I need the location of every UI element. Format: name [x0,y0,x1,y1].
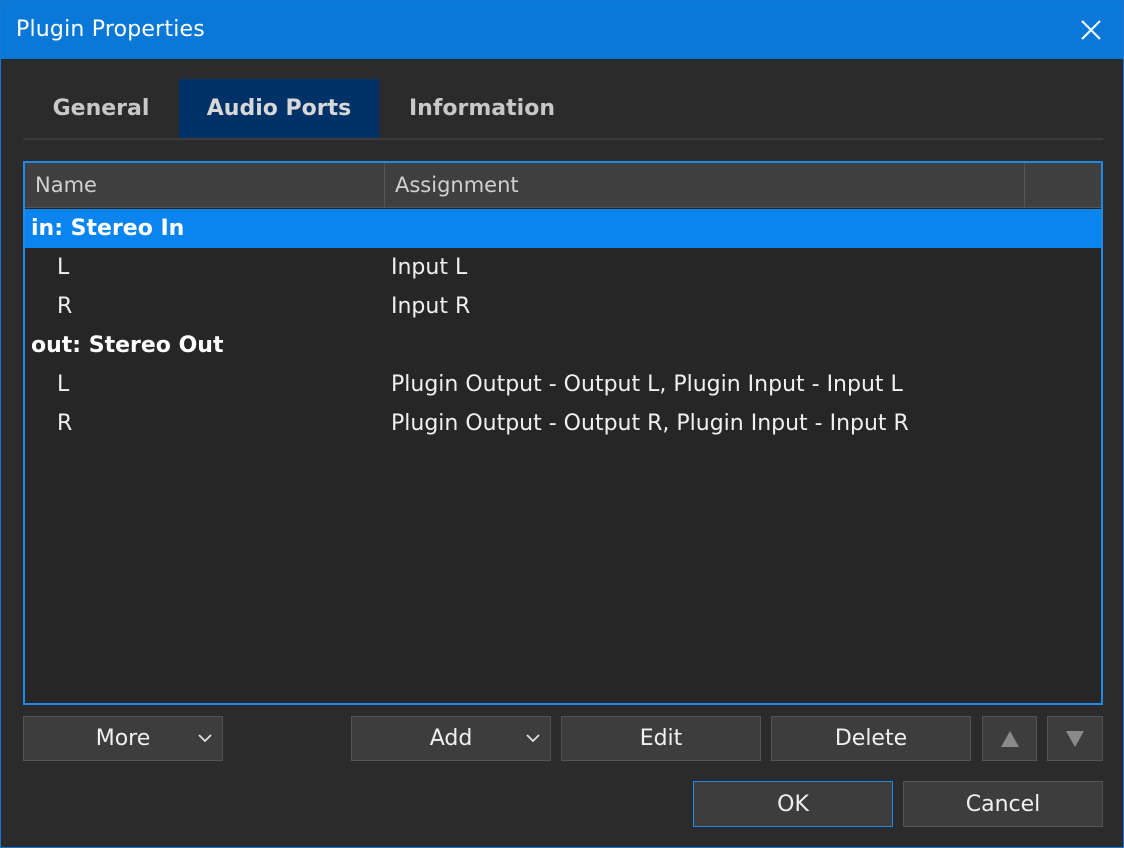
table-row[interactable]: R Plugin Output - Output R, Plugin Input… [25,404,1101,443]
edit-button[interactable]: Edit [561,716,761,761]
table-row-group-in[interactable]: in: Stereo In [25,209,1101,248]
row-assignment: Input L [391,255,468,280]
more-button[interactable]: More [23,716,223,761]
tab-bar: General Audio Ports Information [23,79,1103,140]
row-name: out: Stereo Out [31,333,224,358]
table-row[interactable]: L Input L [25,248,1101,287]
tab-information[interactable]: Information [379,79,585,138]
add-button[interactable]: Add [351,716,551,761]
close-button[interactable] [1059,1,1123,59]
row-assignment: Plugin Output - Output R, Plugin Input -… [391,411,909,436]
column-header-extra[interactable] [1025,163,1101,207]
cancel-button[interactable]: Cancel [903,781,1103,827]
title-bar: Plugin Properties [1,1,1123,59]
chevron-down-icon [526,734,540,743]
table-row[interactable]: L Plugin Output - Output L, Plugin Input… [25,365,1101,404]
row-assignment: Plugin Output - Output L, Plugin Input -… [391,372,903,397]
table-row-group-out[interactable]: out: Stereo Out [25,326,1101,365]
row-assignment: Input R [391,294,471,319]
row-name: L [57,255,70,280]
row-name: in: Stereo In [31,216,185,241]
plugin-properties-dialog: Plugin Properties General Audio Ports In… [0,0,1124,848]
close-icon [1081,20,1101,40]
ok-button[interactable]: OK [693,781,893,827]
triangle-up-icon [1000,730,1019,747]
table-row[interactable]: R Input R [25,287,1101,326]
triangle-down-icon [1066,730,1084,747]
chevron-down-icon [198,734,212,743]
column-header-name[interactable]: Name [25,163,385,207]
row-name: R [57,294,73,319]
ports-table[interactable]: Name Assignment in: Stereo In L Input L … [23,161,1103,705]
tab-general[interactable]: General [23,79,179,138]
table-body: in: Stereo In L Input L R Input R out: S… [25,209,1101,443]
delete-button[interactable]: Delete [771,716,971,761]
move-up-button[interactable] [982,716,1037,761]
row-name: R [57,411,73,436]
row-name: L [57,372,70,397]
move-down-button[interactable] [1047,716,1103,761]
add-button-label: Add [429,726,473,751]
window-title: Plugin Properties [16,17,205,42]
column-header-assignment[interactable]: Assignment [385,163,1025,207]
more-button-label: More [95,726,151,751]
table-header: Name Assignment [25,163,1101,208]
tab-audio-ports[interactable]: Audio Ports [179,79,379,138]
